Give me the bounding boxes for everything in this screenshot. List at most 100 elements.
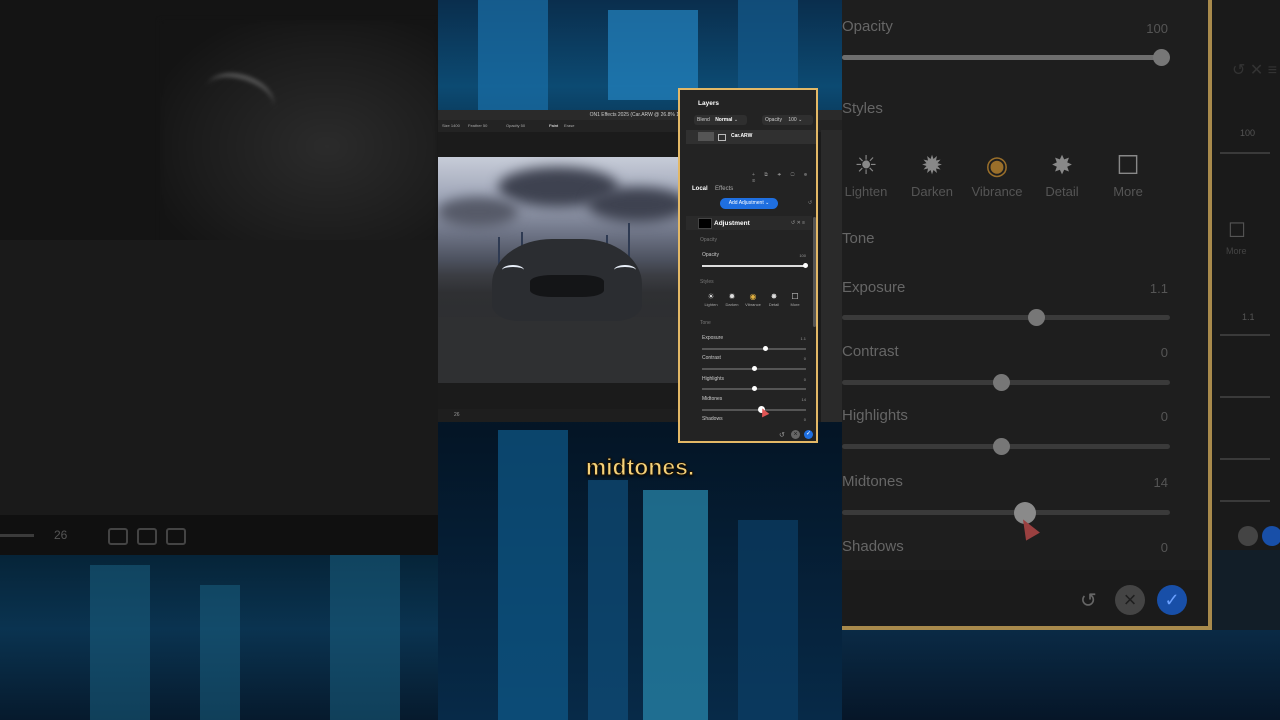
mask-icon <box>166 528 186 545</box>
midtones-value: 14 <box>801 397 806 402</box>
style-darken[interactable]: ✹ Darken <box>722 292 742 307</box>
blurred-car <box>160 20 438 250</box>
opacity-value: 100 <box>788 117 797 123</box>
style-lighten[interactable]: ☀ Lighten <box>701 292 721 307</box>
add-adjustment-label: Add Adjustment <box>728 200 764 206</box>
zoom-styles-label: Styles <box>842 100 883 117</box>
apply-button[interactable]: ✓ <box>804 430 813 439</box>
exposure-slider[interactable] <box>702 348 806 350</box>
toolbar-feather[interactable]: Feather 50 <box>468 123 487 128</box>
midtones-slider[interactable] <box>702 409 806 411</box>
zoom-shadows-value: 0 <box>1160 540 1168 555</box>
section-styles: Styles <box>700 279 714 285</box>
left-background: 26 <box>0 0 438 720</box>
highlights-knob[interactable] <box>752 386 757 391</box>
zoom-style-vibrance[interactable]: ◉ Vibrance <box>967 146 1027 199</box>
cancel-button <box>1238 526 1258 546</box>
dropdown-box-icon: ☐ <box>1228 220 1246 242</box>
toolbar-erase[interactable]: Erase <box>564 123 574 128</box>
exposure-knob[interactable] <box>763 346 768 351</box>
blend-dropdown[interactable]: Blend Normal ⌄ <box>694 115 747 125</box>
section-opacity: Opacity <box>700 237 717 243</box>
zoom-right-column: ↺ ✕ ≡ 100 ☐ More 1.1 <box>1212 0 1280 550</box>
add-adjustment-button[interactable]: Add Adjustment ⌄ <box>720 198 778 209</box>
zoom-panel-footer <box>842 570 1208 626</box>
chevron-down-icon: ⌄ <box>733 117 739 123</box>
shadows-label: Shadows <box>702 416 723 422</box>
sun-icon: ☀ <box>854 150 878 180</box>
tab-effects[interactable]: Effects <box>715 186 733 192</box>
zoom-opacity-knob[interactable] <box>1153 49 1170 66</box>
blurred-zoom-value: 26 <box>54 528 68 542</box>
style-more[interactable]: ☐ More <box>785 292 805 307</box>
color-wheel-icon: ◉ <box>985 150 1009 180</box>
zoom-style-detail[interactable]: ✸ Detail <box>1032 146 1092 199</box>
status-zoom: 26 <box>454 412 460 418</box>
contrast-knob[interactable] <box>752 366 757 371</box>
zoom-contrast-label: Contrast <box>842 343 899 360</box>
zoom-tone-label: Tone <box>842 230 875 247</box>
zoom-opacity-slider[interactable] <box>842 55 1162 60</box>
zoom-style-more[interactable]: ☐ More <box>1098 146 1158 199</box>
contrast-label: Contrast <box>702 355 721 361</box>
zoom-midtones-value: 14 <box>1153 475 1168 490</box>
style-vibrance[interactable]: ◉ Vibrance <box>743 292 763 307</box>
style-detail[interactable]: ✸ Detail <box>764 292 784 307</box>
a-icon <box>137 528 157 545</box>
cancel-button[interactable]: × <box>791 430 800 439</box>
layer-actions[interactable]: + ⧉ ✦ ▢ ⊕ ⊗ <box>752 172 816 184</box>
shadows-value: 0 <box>803 417 806 422</box>
highlights-value: 0 <box>803 377 806 382</box>
highlights-label: Highlights <box>702 376 724 382</box>
toolbar-opacity[interactable]: Opacity 50 <box>506 123 525 128</box>
apply-button[interactable]: ✓ <box>1157 585 1187 615</box>
color-wheel-icon: ◉ <box>749 292 757 301</box>
zoom-style-lighten[interactable]: ☀ Lighten <box>842 146 896 199</box>
layers-panel: Layers Blend Normal ⌄ Opacity 100 ⌄ Car.… <box>678 88 818 443</box>
layers-title: Layers <box>698 100 719 107</box>
adjustment-title: Adjustment <box>714 220 750 227</box>
reset-icon[interactable]: ↺ <box>1080 588 1097 613</box>
section-tone: Tone <box>700 320 711 326</box>
zoom-midtones-slider[interactable] <box>842 510 1170 515</box>
blurred-ground <box>0 240 438 555</box>
opacity-label: Opacity <box>765 117 782 123</box>
zoom-exposure-label: Exposure <box>842 279 906 296</box>
toolbar-paint[interactable]: Paint <box>549 123 558 128</box>
zoom-exposure-slider[interactable] <box>842 315 1170 320</box>
sparkle-icon: ✸ <box>1051 150 1073 180</box>
tab-local[interactable]: Local <box>692 186 708 192</box>
zoom-contrast-knob[interactable] <box>993 374 1010 391</box>
zoom-contrast-value: 0 <box>1160 345 1168 360</box>
opacity-slider-label: Opacity <box>702 252 719 258</box>
zoom-highlights-knob[interactable] <box>993 438 1010 455</box>
sparkle-icon: ✸ <box>770 292 778 301</box>
layer-name: Car.ARW <box>731 133 753 139</box>
toolbar-size[interactable]: Size 1400 <box>442 123 460 128</box>
sun-icon: ☀ <box>707 292 715 301</box>
reset-icon[interactable]: ↺ <box>779 431 785 439</box>
right-more-label: More <box>1226 246 1247 256</box>
adjustment-tools-icons[interactable]: ↺ ✕ ≡ <box>791 220 805 226</box>
zoom-exposure-value: 1.1 <box>1149 281 1168 296</box>
mask-icon[interactable] <box>718 134 726 141</box>
adjustment-swatch <box>698 218 712 229</box>
blue-streak-background <box>842 630 1280 720</box>
dropdown-box-icon: ☐ <box>791 292 799 301</box>
blurred-zoom-slider <box>0 534 34 537</box>
dropdown-box-icon: ☐ <box>1116 150 1140 180</box>
zoomed-adjustment-panel: Opacity 100 Styles ☀ Lighten ✹ Darken ◉ Vib… <box>842 0 1212 630</box>
panel-scrollbar[interactable] <box>813 217 816 327</box>
right-value-1: 1.1 <box>1242 312 1255 322</box>
layer-opacity-field[interactable]: Opacity 100 ⌄ <box>762 115 813 125</box>
zoom-highlights-label: Highlights <box>842 407 908 424</box>
opacity-slider-knob[interactable] <box>803 263 808 268</box>
zoom-exposure-knob[interactable] <box>1028 309 1045 326</box>
dark-sun-icon: ✹ <box>728 292 736 301</box>
car-photo-canvas[interactable] <box>438 157 678 383</box>
right-background: Opacity 100 Styles ☀ Lighten ✹ Darken ◉ Vib… <box>842 0 1280 720</box>
cancel-button[interactable]: × <box>1115 585 1145 615</box>
layer-thumbnail <box>698 132 714 141</box>
zoom-style-darken[interactable]: ✹ Darken <box>902 146 962 199</box>
undo-icon[interactable]: ↺ <box>808 200 812 206</box>
